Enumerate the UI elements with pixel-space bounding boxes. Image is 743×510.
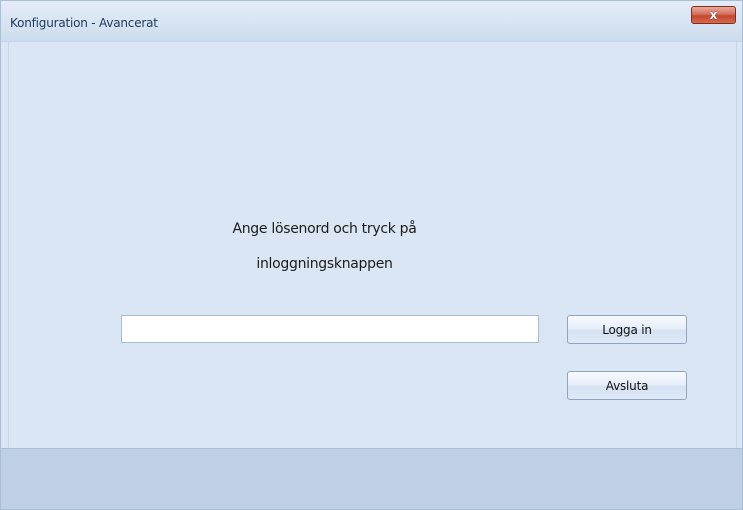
password-input[interactable]: [121, 315, 539, 343]
close-button[interactable]: x: [691, 6, 736, 24]
login-button[interactable]: Logga in: [567, 315, 687, 344]
footer-bar: [1, 449, 742, 509]
dialog-window: Konfiguration - Avancerat x Ange lösenor…: [0, 0, 743, 510]
instruction-text-line2: inloggningsknappen: [256, 256, 393, 272]
window-title: Konfiguration - Avancerat: [10, 16, 158, 30]
instruction-text-line1: Ange lösenord och tryck på: [232, 221, 417, 237]
title-bar[interactable]: Konfiguration - Avancerat x: [1, 1, 742, 42]
quit-button[interactable]: Avsluta: [567, 371, 687, 400]
dialog-content: Ange lösenord och tryck på inloggningskn…: [8, 42, 737, 448]
close-icon: x: [709, 8, 718, 22]
